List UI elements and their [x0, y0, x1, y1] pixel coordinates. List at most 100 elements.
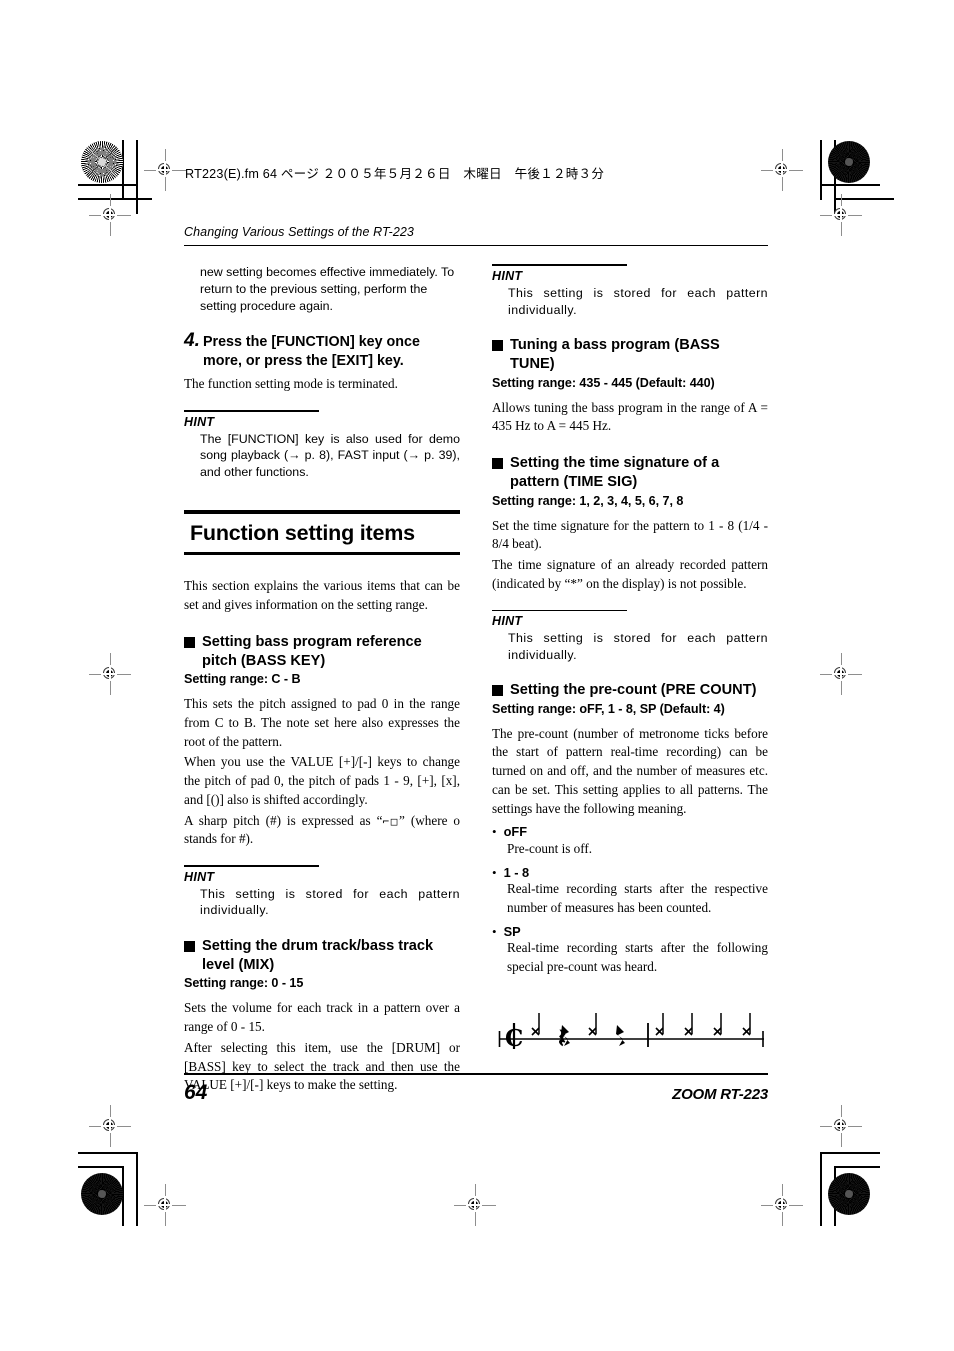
bullet-dot-icon: •	[492, 923, 497, 939]
hint-rule	[184, 865, 319, 867]
setting-range-time-sig: Setting range: 1, 2, 3, 4, 5, 6, 7, 8	[492, 493, 684, 508]
crop-mark-top-left	[78, 140, 152, 214]
intro-paragraph: new setting becomes effective immediatel…	[200, 265, 455, 313]
square-bullet-icon	[492, 685, 503, 697]
section-title: Setting the time signature of a pattern …	[510, 455, 720, 491]
chapter-rule-bottom	[184, 551, 460, 556]
hint-box-mix: HINT This setting is stored for each pat…	[492, 264, 768, 318]
hint-box-time-sig: HINT This setting is stored for each pat…	[492, 609, 768, 664]
rhythm-staff-svg: C 𝄽	[498, 1012, 764, 1054]
section-heading-bass-key: Setting bass program reference pitch (BA…	[184, 633, 460, 672]
hint-rule	[492, 264, 627, 266]
section-title: Setting the drum track/bass track level …	[202, 937, 434, 974]
footer-brand: ZOOM RT-223	[672, 1085, 768, 1103]
bass-tune-paragraph-1: Allows tuning the bass program in the ra…	[492, 399, 768, 434]
setting-range-bass-tune: Setting range: 435 - 445 (Default: 440)	[492, 375, 715, 390]
registration-mark-left-upper	[89, 194, 131, 236]
square-bullet-icon	[492, 340, 503, 352]
step-body-text: The function setting mode is terminated.	[184, 376, 398, 392]
pre-count-option-off: • oFF Pre-count is off.	[492, 824, 768, 858]
bass-key-paragraph-1: This sets the pitch assigned to pad 0 in…	[184, 696, 460, 749]
crop-mark-bottom-right	[806, 1152, 880, 1226]
hint-text: This setting is stored for each pattern …	[200, 886, 460, 918]
x-notehead-1	[531, 1012, 540, 1036]
section-heading-pre-count: Setting the pre-count (PRE COUNT)	[492, 681, 768, 700]
lcd-sharp-glyph-icon: ⌐□	[382, 814, 400, 828]
hint-label: HINT	[184, 414, 215, 429]
page-number: 64	[184, 1080, 208, 1104]
step-number: 4.	[184, 330, 200, 352]
left-column: new setting becomes effective immediatel…	[184, 264, 460, 1097]
crop-mark-bottom-left	[78, 1152, 152, 1226]
pre-count-paragraph-1: The pre-count (number of metronome ticks…	[492, 725, 768, 816]
hint-text: This setting is stored for each pattern …	[508, 631, 768, 662]
registration-mark-bottom-right	[761, 1184, 803, 1226]
registration-mark-bottom-center	[454, 1184, 496, 1226]
section-title: Setting bass program reference pitch (BA…	[202, 633, 422, 669]
print-star-target-top-left	[81, 141, 123, 183]
square-bullet-icon	[184, 940, 195, 952]
hint-box-function-key: HINT The [FUNCTION] key is also used for…	[184, 409, 460, 480]
x-notehead-3	[655, 1012, 664, 1036]
step-instruction: Press the [FUNCTION] key once more, or p…	[203, 334, 420, 370]
time-sig-paragraph-1: Set the time signature for the pattern t…	[492, 517, 768, 552]
page-footer: 64 ZOOM RT-223	[184, 1073, 768, 1105]
source-file-stamp: RT223(E).fm 64 ページ ２００５年５月２６日 木曜日 午後１２時３…	[185, 167, 605, 181]
section-heading-bass-tune: Tuning a bass program (BASS TUNE)	[492, 336, 768, 375]
section-heading-time-sig: Setting the time signature of a pattern …	[492, 454, 768, 493]
bullet-dot-icon: •	[492, 864, 497, 880]
crop-mark-top-right	[806, 140, 894, 214]
hint-text: This setting is stored for each pattern …	[508, 285, 768, 317]
pre-count-option-sp: • SP Real-time recording starts after th…	[492, 924, 768, 977]
hint-label: HINT	[492, 268, 523, 283]
print-star-target-bottom-right	[828, 1173, 870, 1215]
hint-box-bass-key: HINT This setting is stored for each pat…	[184, 865, 460, 919]
registration-mark-right-middle	[820, 653, 862, 695]
page-content: Changing Various Settings of the RT-223 …	[184, 225, 768, 1097]
quarter-rest-shape-2	[616, 1024, 625, 1046]
registration-mark-top-right	[761, 149, 803, 191]
setting-range-pre-count: Setting range: oFF, 1 - 8, SP (Default: …	[492, 701, 725, 716]
bullet-row: • SP	[492, 924, 768, 940]
chapter-intro-text: This section explains the various items …	[184, 578, 460, 612]
registration-mark-right-upper	[820, 194, 862, 236]
bullet-label: 1 - 8	[503, 864, 530, 880]
bullet-description: Real-time recording starts after the res…	[507, 881, 768, 915]
square-bullet-icon	[492, 458, 503, 470]
x-notehead-5	[713, 1012, 722, 1036]
bass-key-paragraph-3: A sharp pitch (#) is expressed as “⌐□” (…	[184, 812, 460, 849]
bullet-label: oFF	[503, 824, 528, 840]
step-4: 4. Press the [FUNCTION] key once more, o…	[184, 330, 460, 371]
pre-count-notation-figure: C 𝄽	[496, 1001, 768, 1064]
registration-mark-top-left	[144, 149, 186, 191]
pre-count-option-1-8: • 1 - 8 Real-time recording starts after…	[492, 865, 768, 918]
chapter-heading-function-setting-items: Function setting items	[184, 510, 460, 556]
footer-rule	[184, 1073, 768, 1075]
hint-text: The [FUNCTION] key is also used for demo…	[200, 431, 460, 479]
square-bullet-icon	[184, 636, 195, 648]
running-head: Changing Various Settings of the RT-223	[184, 225, 414, 239]
hint-label: HINT	[184, 869, 215, 884]
bass-key-paragraph-2: When you use the VALUE [+]/[-] keys to c…	[184, 754, 460, 807]
two-column-layout: new setting becomes effective immediatel…	[184, 264, 768, 1097]
time-sig-paragraph-2: The time signature of an already recorde…	[492, 557, 768, 591]
bullet-description: Real-time recording starts after the fol…	[507, 940, 768, 975]
hint-label: HINT	[492, 614, 523, 629]
bullet-dot-icon: •	[492, 824, 497, 840]
hint-rule	[184, 409, 319, 412]
registration-mark-left-middle	[89, 653, 131, 695]
bullet-row: • oFF	[492, 824, 768, 840]
mix-paragraph-1: Sets the volume for each track in a patt…	[184, 1000, 460, 1035]
x-notehead-6	[742, 1012, 751, 1036]
section-heading-mix: Setting the drum track/bass track level …	[184, 937, 460, 976]
header-rule	[184, 245, 768, 247]
section-title: Tuning a bass program (BASS TUNE)	[510, 337, 720, 373]
print-star-target-top-right	[828, 141, 870, 183]
setting-range-mix: Setting range: 0 - 15	[184, 976, 304, 991]
print-star-target-bottom-left	[81, 1173, 123, 1215]
sharp-pitch-text-before: A sharp pitch (#) is expressed as “	[184, 812, 383, 828]
footer-row: 64 ZOOM RT-223	[184, 1081, 768, 1105]
registration-mark-right-lower	[820, 1105, 862, 1147]
x-notehead-2	[588, 1012, 597, 1036]
x-notehead-4	[684, 1012, 693, 1036]
